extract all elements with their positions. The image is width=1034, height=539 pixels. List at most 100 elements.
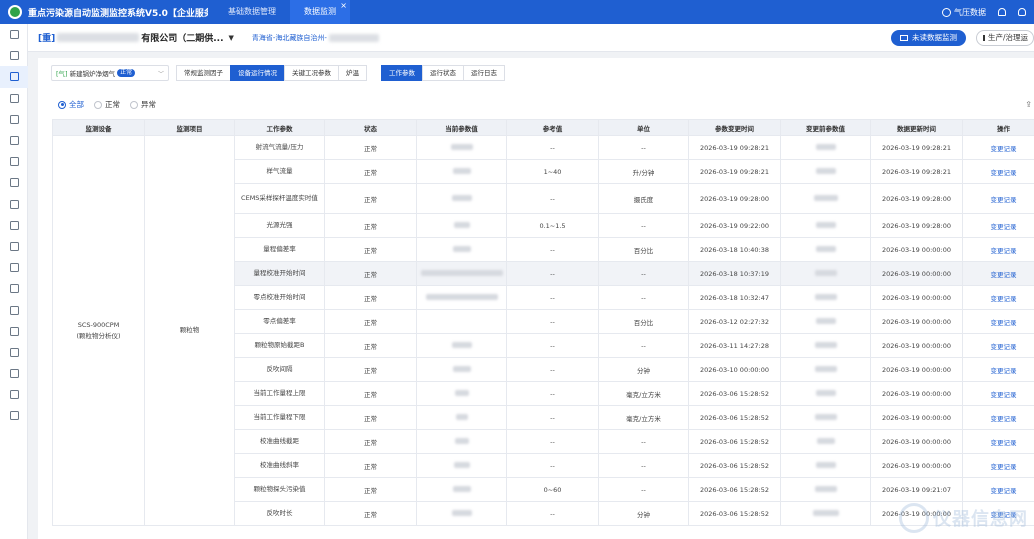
param-change-time: 2026-03-19 09:28:21 <box>688 135 781 160</box>
unit: -- <box>598 213 689 238</box>
unread-data-button[interactable]: 未读数据监测 <box>891 29 966 46</box>
filter-radio[interactable]: 正常 <box>94 99 120 110</box>
category-tab[interactable]: 常规监测因子 <box>176 65 231 81</box>
nav-tab[interactable]: 基础数据管理 <box>214 0 290 24</box>
change-record-link[interactable]: 变更记录 <box>991 145 1017 153</box>
param-name: CEMS采样探杆温度实时值 <box>234 183 325 214</box>
redacted-value <box>425 293 498 300</box>
change-record-link[interactable]: 变更记录 <box>991 391 1017 399</box>
status-text: 正常 <box>324 357 417 382</box>
status-text: 正常 <box>324 501 417 526</box>
sidebar-menu-item[interactable] <box>0 384 28 405</box>
action-cell: 变更记录 <box>962 213 1034 238</box>
sidebar-menu-item[interactable] <box>0 45 28 66</box>
status-text: 正常 <box>324 159 417 184</box>
change-record-link[interactable]: 变更记录 <box>991 271 1017 279</box>
data-update-time: 2026-03-19 00:00:00 <box>870 405 963 430</box>
pressure-data-link[interactable]: 气压数据 <box>942 7 986 18</box>
toolbar: [气] 新建锅炉净烟气 正常 ﹀ 常规监测因子 设备运行情况 关键工况参数 炉温 工作… <box>51 65 505 81</box>
chevron-down-icon[interactable]: ▼ <box>229 34 234 42</box>
monitoring-device-cell: SCS-900CPM (颗粒物分析仪) <box>52 135 145 526</box>
filter-radio[interactable]: 全部 <box>58 99 84 110</box>
monitor-icon <box>900 34 908 41</box>
sidebar-menu-item[interactable] <box>0 342 28 363</box>
filter-radio[interactable]: 异常 <box>130 99 156 110</box>
reference-value: -- <box>506 381 599 406</box>
company-name-redacted <box>57 33 140 42</box>
column-header: 参考值 <box>506 119 599 136</box>
reference-value: 1~40 <box>506 159 599 184</box>
bell-icon[interactable] <box>998 8 1006 16</box>
view-tab[interactable]: 工作参数 <box>381 65 423 81</box>
sidebar-menu-item[interactable] <box>0 88 28 109</box>
sidebar-menu-item[interactable] <box>0 66 28 88</box>
unit: 百分比 <box>598 309 689 334</box>
unit: 分钟 <box>598 357 689 382</box>
sidebar-menu-item[interactable] <box>0 151 28 172</box>
redacted-value <box>815 389 836 396</box>
previous-value-redacted <box>780 261 871 286</box>
category-tab[interactable]: 关键工况参数 <box>284 65 339 81</box>
redacted-value <box>815 245 836 252</box>
sidebar-menu-item[interactable] <box>0 172 28 193</box>
menu-icon <box>9 199 19 209</box>
view-tab[interactable]: 运行日志 <box>463 65 505 81</box>
close-icon[interactable]: × <box>340 0 347 18</box>
param-name: 量程偏差率 <box>234 237 325 262</box>
sidebar-menu-item[interactable] <box>0 321 28 342</box>
reference-value: -- <box>506 135 599 160</box>
change-record-link[interactable]: 变更记录 <box>991 223 1017 231</box>
current-value-redacted <box>416 405 507 430</box>
current-value-redacted <box>416 183 507 214</box>
sidebar-menu-item[interactable] <box>0 109 28 130</box>
change-record-link[interactable]: 变更记录 <box>991 439 1017 447</box>
company-name[interactable]: 有限公司（二期供... <box>141 31 223 44</box>
nav-tab[interactable]: 数据监测 × <box>290 0 350 24</box>
sidebar-menu-item[interactable] <box>0 215 28 236</box>
sidebar-menu-item[interactable] <box>0 130 28 151</box>
column-header: 单位 <box>598 119 689 136</box>
redacted-value <box>814 293 837 300</box>
export-icon[interactable]: ⇪ <box>1025 100 1032 109</box>
change-record-link[interactable]: 变更记录 <box>991 169 1017 177</box>
redacted-value <box>814 365 837 372</box>
param-name: 样气流量 <box>234 159 325 184</box>
sidebar-menu-item[interactable] <box>0 278 28 299</box>
action-cell: 变更记录 <box>962 183 1034 214</box>
content-card: [气] 新建锅炉净烟气 正常 ﹀ 常规监测因子 设备运行情况 关键工况参数 炉温 工作… <box>38 58 1034 539</box>
current-value-redacted <box>416 333 507 358</box>
change-record-link[interactable]: 变更记录 <box>991 319 1017 327</box>
sidebar-menu-item[interactable] <box>0 299 28 320</box>
unit: 分钟 <box>598 501 689 526</box>
change-record-link[interactable]: 变更记录 <box>991 247 1017 255</box>
previous-value-redacted <box>780 135 871 160</box>
production-button[interactable]: 生产/治理运 <box>976 29 1034 46</box>
change-record-link[interactable]: 变更记录 <box>991 415 1017 423</box>
category-tab[interactable]: 炉温 <box>338 65 367 81</box>
view-tab[interactable]: 运行状态 <box>422 65 464 81</box>
device-select[interactable]: [气] 新建锅炉净烟气 正常 ﹀ <box>51 65 169 81</box>
change-record-link[interactable]: 变更记录 <box>991 463 1017 471</box>
category-tab[interactable]: 设备运行情况 <box>230 65 285 81</box>
redacted-value <box>454 389 469 396</box>
sidebar-menu-item[interactable] <box>0 236 28 257</box>
user-icon[interactable] <box>1018 8 1026 16</box>
reference-value: 0.1~1.5 <box>506 213 599 238</box>
unit: -- <box>598 333 689 358</box>
data-update-time: 2026-03-19 09:28:21 <box>870 159 963 184</box>
sidebar-menu-item[interactable] <box>0 363 28 384</box>
redacted-value <box>452 485 471 492</box>
change-record-link[interactable]: 变更记录 <box>991 487 1017 495</box>
previous-value-redacted <box>780 309 871 334</box>
sidebar-menu-item[interactable] <box>0 194 28 215</box>
param-name: 射流气流量/压力 <box>234 135 325 160</box>
change-record-link[interactable]: 变更记录 <box>991 367 1017 375</box>
change-record-link[interactable]: 变更记录 <box>991 343 1017 351</box>
change-record-link[interactable]: 变更记录 <box>991 295 1017 303</box>
sidebar-menu-item[interactable] <box>0 405 28 426</box>
redacted-value <box>451 509 472 516</box>
sidebar-menu-item[interactable] <box>0 257 28 278</box>
sidebar-menu-item[interactable] <box>0 24 28 45</box>
param-change-time: 2026-03-19 09:28:21 <box>688 159 781 184</box>
change-record-link[interactable]: 变更记录 <box>991 196 1017 204</box>
